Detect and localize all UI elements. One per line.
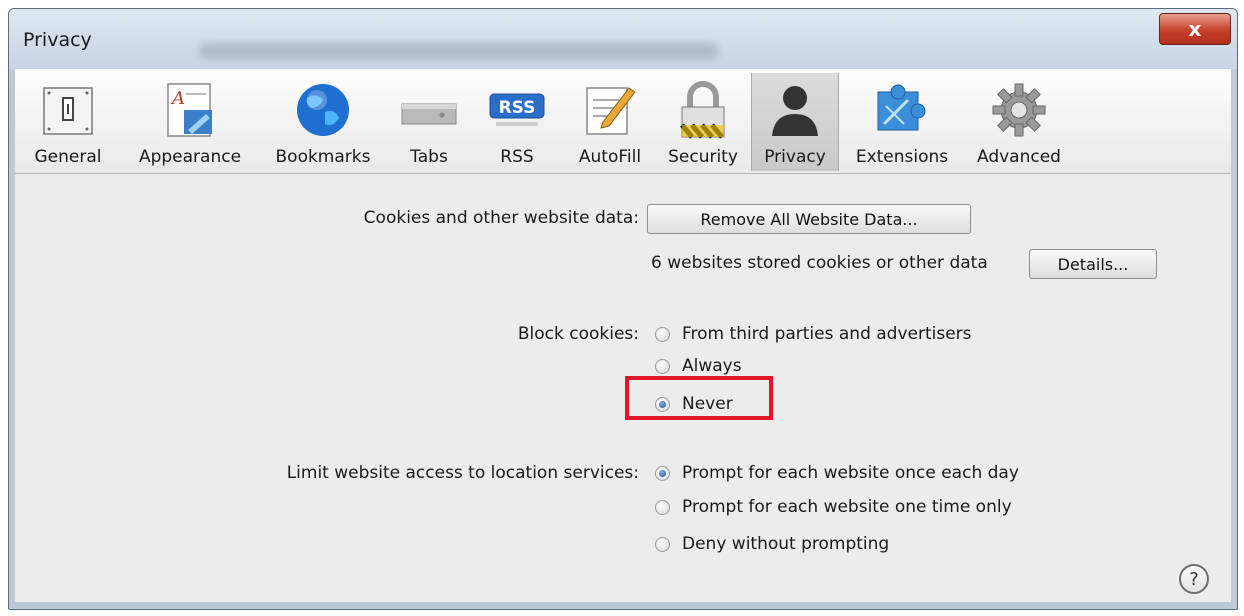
radio-button[interactable] <box>655 358 670 374</box>
tab-label: Tabs <box>410 147 448 167</box>
tab-privacy[interactable]: Privacy <box>751 73 839 171</box>
general-switch-icon <box>39 81 97 139</box>
privacy-settings-panel: Cookies and other website data: Remove A… <box>15 174 1231 602</box>
details-button[interactable]: Details... <box>1029 249 1157 279</box>
help-button[interactable]: ? <box>1179 564 1209 594</box>
person-silhouette-icon <box>766 81 824 139</box>
question-mark-icon: ? <box>1189 568 1199 590</box>
location-one-time-only-option[interactable]: Prompt for each website one time only <box>655 497 1012 517</box>
globe-icon <box>294 81 352 139</box>
radio-button-selected[interactable] <box>655 465 670 481</box>
svg-text:RSS: RSS <box>499 98 536 118</box>
stored-cookies-text: 6 websites stored cookies or other data <box>651 253 988 273</box>
close-icon: x <box>1188 17 1202 41</box>
radio-label: Deny without prompting <box>682 534 890 554</box>
block-cookies-label: Block cookies: <box>517 324 639 344</box>
tab-general[interactable]: General <box>15 73 121 171</box>
location-services-label: Limit website access to location service… <box>286 463 639 483</box>
tab-advanced[interactable]: Advanced <box>965 73 1073 171</box>
close-button[interactable]: x <box>1159 13 1231 45</box>
radio-button[interactable] <box>655 499 670 515</box>
location-once-each-day-option[interactable]: Prompt for each website once each day <box>655 463 1019 483</box>
puzzle-icon <box>873 81 931 139</box>
radio-button[interactable] <box>655 536 670 552</box>
tab-label: General <box>34 147 102 167</box>
block-cookies-third-parties-option[interactable]: From third parties and advertisers <box>655 324 972 344</box>
cookies-label: Cookies and other website data: <box>363 208 639 228</box>
tab-bookmarks[interactable]: Bookmarks <box>261 73 385 171</box>
tab-appearance[interactable]: A Appearance <box>125 73 255 171</box>
blurred-background-title <box>199 43 719 59</box>
red-highlight-box <box>625 376 773 420</box>
tabs-icon <box>400 81 458 139</box>
tab-security[interactable]: Security <box>659 73 747 171</box>
tab-label: Bookmarks <box>275 147 371 167</box>
tab-tabs[interactable]: Tabs <box>389 73 469 171</box>
window-title: Privacy <box>23 29 92 51</box>
block-cookies-always-option[interactable]: Always <box>655 356 742 376</box>
tab-label: Advanced <box>977 147 1061 167</box>
tab-label: RSS <box>500 147 534 167</box>
tab-label: Appearance <box>138 147 242 167</box>
title-bar: Privacy x <box>9 9 1237 69</box>
tab-label: AutoFill <box>578 147 642 167</box>
rss-icon: RSS <box>488 81 546 139</box>
radio-label: Always <box>682 356 742 376</box>
preferences-toolbar: General A Appearance Bookmarks Tabs RSS … <box>15 69 1231 174</box>
autofill-pencil-icon <box>581 81 639 139</box>
svg-text:A: A <box>170 88 185 109</box>
privacy-preferences-window: Privacy x General A Appearance Bookmarks… <box>8 8 1238 610</box>
tab-label: Privacy <box>764 147 826 167</box>
gear-icon <box>990 81 1048 139</box>
radio-label: Prompt for each website once each day <box>682 463 1019 483</box>
tab-label: Extensions <box>855 147 949 167</box>
tab-autofill[interactable]: AutoFill <box>565 73 655 171</box>
remove-all-website-data-button[interactable]: Remove All Website Data... <box>647 204 971 234</box>
tab-extensions[interactable]: Extensions <box>843 73 961 171</box>
lock-icon <box>674 81 732 139</box>
tab-rss[interactable]: RSS RSS <box>475 73 559 171</box>
location-deny-option[interactable]: Deny without prompting <box>655 534 889 554</box>
tab-label: Security <box>668 147 738 167</box>
radio-label: From third parties and advertisers <box>682 324 972 344</box>
radio-button[interactable] <box>655 326 670 342</box>
radio-label: Prompt for each website one time only <box>682 497 1012 517</box>
appearance-icon: A <box>161 81 219 139</box>
